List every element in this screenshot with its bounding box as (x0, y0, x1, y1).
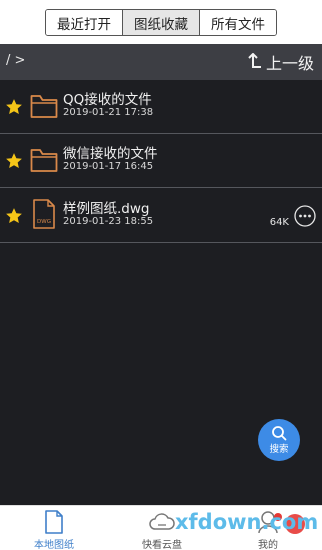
star-icon[interactable] (5, 98, 23, 116)
search-icon (272, 426, 287, 441)
parent-folder-button[interactable]: 上一级 (247, 50, 314, 74)
folder-icon (30, 149, 58, 172)
file-date: 2019-01-21 17:38 (63, 107, 154, 118)
dwg-icon-label: DWG (37, 219, 51, 225)
file-size: 64K (269, 217, 289, 228)
path-bar: / > 上一级 (0, 44, 322, 80)
top-bar: 最近打开 图纸收藏 所有文件 (0, 0, 322, 44)
file-name: 样例图纸.dwg (63, 201, 150, 217)
star-icon[interactable] (5, 207, 23, 225)
file-list: QQ接收的文件 2019-01-21 17:38 微信接收的文件 2019-01… (0, 80, 322, 505)
file-name: 微信接收的文件 (63, 146, 158, 162)
search-label: 搜索 (269, 444, 289, 455)
cloud-icon (149, 513, 175, 530)
tab-group: 最近打开 图纸收藏 所有文件 (45, 9, 277, 36)
list-item[interactable]: DWG 样例图纸.dwg 2019-01-23 18:55 64K (0, 190, 322, 243)
file-date: 2019-01-23 18:55 (63, 216, 154, 227)
nav-label: 本地图纸 (34, 540, 74, 550)
file-date: 2019-01-17 16:45 (63, 161, 154, 172)
nav-label: 我的 (258, 540, 278, 550)
star-icon[interactable] (5, 152, 23, 170)
search-button[interactable]: 搜索 (258, 419, 300, 461)
list-item[interactable]: 微信接收的文件 2019-01-17 16:45 (0, 135, 322, 188)
tab-favorites[interactable]: 图纸收藏 (123, 10, 200, 35)
watermark: xfdown.com (175, 510, 319, 534)
dwg-file-icon: DWG (33, 199, 55, 229)
parent-folder-label: 上一级 (265, 54, 314, 73)
tab-all-files[interactable]: 所有文件 (200, 10, 276, 35)
arrow-up-icon (248, 53, 261, 68)
nav-label: 快看云盘 (142, 540, 182, 550)
tab-recent[interactable]: 最近打开 (46, 10, 123, 35)
list-item[interactable]: QQ接收的文件 2019-01-21 17:38 (0, 81, 322, 134)
more-options-icon[interactable] (294, 205, 316, 227)
nav-local-drawings[interactable]: 本地图纸 (19, 510, 89, 550)
breadcrumb: / > (6, 53, 26, 68)
document-icon (45, 510, 63, 534)
file-name: QQ接收的文件 (63, 92, 152, 108)
folder-icon (30, 95, 58, 118)
